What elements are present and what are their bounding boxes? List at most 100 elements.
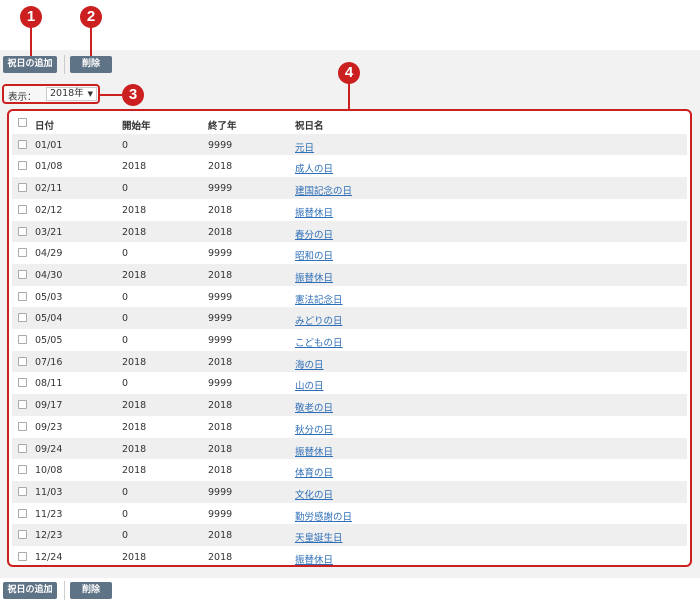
start-year-cell: 2018 [122,421,147,433]
table-row: 04/29 0 9999 昭和の日 [12,242,687,264]
end-year-cell: 2018 [208,400,233,412]
add-holiday-button-top[interactable]: 祝日の追加 [3,56,57,73]
holiday-name-link[interactable]: 憲法記念日 [295,292,343,306]
table-row: 05/04 0 9999 みどりの日 [12,307,687,329]
column-header-holiday-name[interactable]: 祝日名 [295,118,324,132]
table-row: 09/17 2018 2018 敬老の日 [12,394,687,416]
holiday-name-link[interactable]: 成人の日 [295,161,333,175]
holiday-name-link[interactable]: 文化の日 [295,487,333,501]
end-year-cell: 9999 [208,291,233,303]
callout-marker-1: 1 [20,6,42,28]
holiday-name-link[interactable]: 海の日 [295,357,324,371]
date-cell: 08/11 [35,378,63,390]
start-year-cell: 0 [122,530,129,542]
delete-button-bottom[interactable]: 削除 [70,582,112,599]
end-year-cell: 9999 [208,139,233,151]
date-cell: 05/04 [35,313,63,325]
date-cell: 09/24 [35,443,63,455]
date-cell: 03/21 [35,226,63,238]
year-select[interactable]: 2018年 ▼ [46,87,97,101]
holiday-name-link[interactable]: 秋分の日 [295,422,333,436]
date-cell: 09/23 [35,421,63,433]
holiday-name-link[interactable]: 振替休日 [295,270,333,284]
holiday-name-link[interactable]: みどりの日 [295,313,343,327]
date-cell: 01/01 [35,139,63,151]
column-header-start-year[interactable]: 開始年 [122,118,151,132]
holiday-name-link[interactable]: 天皇誕生日 [295,530,343,544]
holiday-name-link[interactable]: 春分の日 [295,227,333,241]
row-checkbox[interactable] [18,291,27,301]
year-filter: 表示： 2018年 ▼ [2,84,100,104]
row-checkbox[interactable] [18,313,27,323]
row-checkbox[interactable] [18,226,27,236]
date-cell: 07/16 [35,356,63,368]
holiday-name-link[interactable]: 勤労感謝の日 [295,509,352,523]
row-checkbox[interactable] [18,508,27,518]
end-year-cell: 2018 [208,421,233,433]
holiday-name-link[interactable]: こどもの日 [295,335,343,349]
row-checkbox[interactable] [18,443,27,453]
holiday-name-link[interactable]: 振替休日 [295,444,333,458]
start-year-cell: 0 [122,486,129,498]
holiday-name-link[interactable]: 振替休日 [295,205,333,219]
table-row: 09/23 2018 2018 秋分の日 [12,416,687,438]
end-year-cell: 9999 [208,313,233,325]
end-year-cell: 9999 [208,378,233,390]
end-year-cell: 2018 [208,443,233,455]
date-cell: 12/23 [35,530,63,542]
start-year-cell: 2018 [122,552,147,563]
holiday-name-link[interactable]: 振替休日 [295,552,333,565]
holiday-name-link[interactable]: 昭和の日 [295,248,333,262]
table-row: 03/21 2018 2018 春分の日 [12,220,687,243]
row-checkbox[interactable] [18,356,27,366]
add-holiday-button-bottom[interactable]: 祝日の追加 [3,582,57,599]
delete-button-top[interactable]: 削除 [70,56,112,73]
select-all-checkbox[interactable] [18,118,27,127]
table-row: 11/03 0 9999 文化の日 [12,480,687,503]
column-header-date[interactable]: 日付 [35,118,54,132]
row-checkbox[interactable] [18,269,27,279]
date-cell: 02/11 [35,183,63,195]
callout-marker-3: 3 [122,84,144,106]
row-checkbox[interactable] [18,248,27,258]
holiday-name-link[interactable]: 建国記念の日 [295,183,352,197]
start-year-cell: 0 [122,313,129,325]
table-row: 12/24 2018 2018 振替休日 [12,546,687,565]
date-cell: 04/30 [35,269,63,281]
holiday-name-link[interactable]: 体育の日 [295,465,333,479]
end-year-cell: 2018 [208,269,233,281]
row-checkbox[interactable] [18,486,27,496]
date-cell: 12/24 [35,552,63,563]
row-checkbox[interactable] [18,400,27,410]
holiday-name-link[interactable]: 敬老の日 [295,400,333,414]
start-year-cell: 0 [122,139,129,151]
start-year-cell: 2018 [122,204,147,216]
end-year-cell: 9999 [208,335,233,346]
row-checkbox[interactable] [18,183,27,193]
row-checkbox[interactable] [18,204,27,214]
row-checkbox[interactable] [18,421,27,431]
row-checkbox[interactable] [18,139,27,149]
end-year-cell: 9999 [208,486,233,498]
toolbar-divider-bottom [64,581,65,600]
table-header-row: 日付 開始年 終了年 祝日名 [12,112,687,134]
table-row: 05/03 0 9999 憲法記念日 [12,286,687,308]
callout-line-1 [30,27,32,56]
holiday-name-link[interactable]: 山の日 [295,378,324,392]
end-year-cell: 2018 [208,552,233,563]
row-checkbox[interactable] [18,530,27,540]
column-header-end-year[interactable]: 終了年 [208,118,237,132]
end-year-cell: 9999 [208,248,233,260]
holiday-name-link[interactable]: 元日 [295,140,314,154]
start-year-cell: 0 [122,508,129,520]
holiday-table: 日付 開始年 終了年 祝日名 01/01 0 9999 元日 01/08 2018 2018… [7,109,692,567]
filter-label: 表示： [8,92,37,103]
row-checkbox[interactable] [18,161,27,171]
callout-line-4 [348,82,350,110]
row-checkbox[interactable] [18,465,27,475]
row-checkbox[interactable] [18,335,27,344]
row-checkbox[interactable] [18,552,27,561]
date-cell: 01/08 [35,161,63,173]
end-year-cell: 2018 [208,356,233,368]
row-checkbox[interactable] [18,378,27,388]
